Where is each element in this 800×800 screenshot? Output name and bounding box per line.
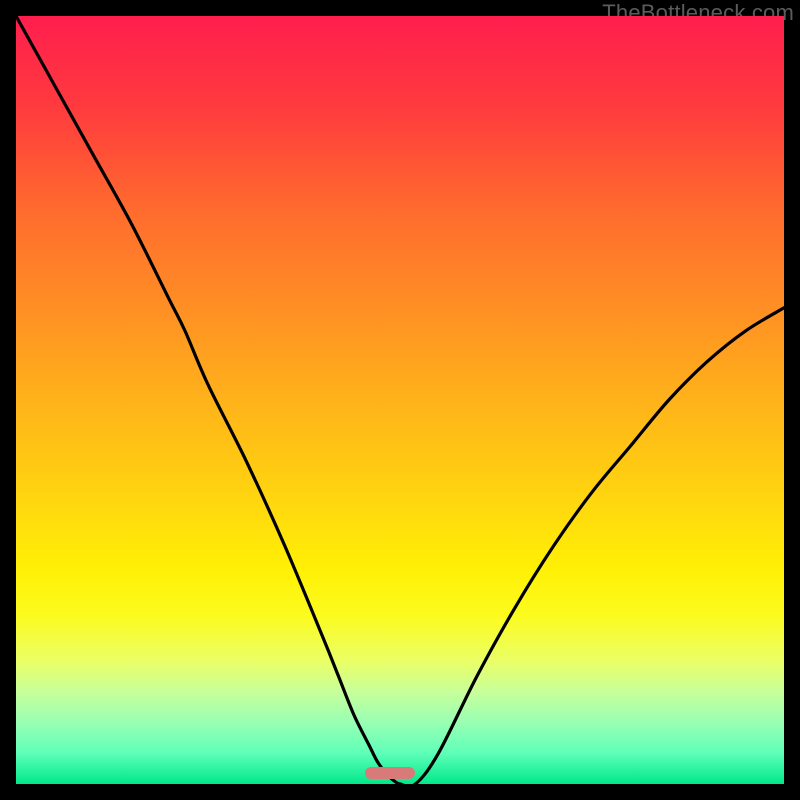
optimal-range-marker — [365, 767, 415, 779]
chart-curve-svg — [16, 16, 784, 784]
bottleneck-curve-path — [16, 16, 784, 784]
chart-frame — [16, 16, 784, 784]
